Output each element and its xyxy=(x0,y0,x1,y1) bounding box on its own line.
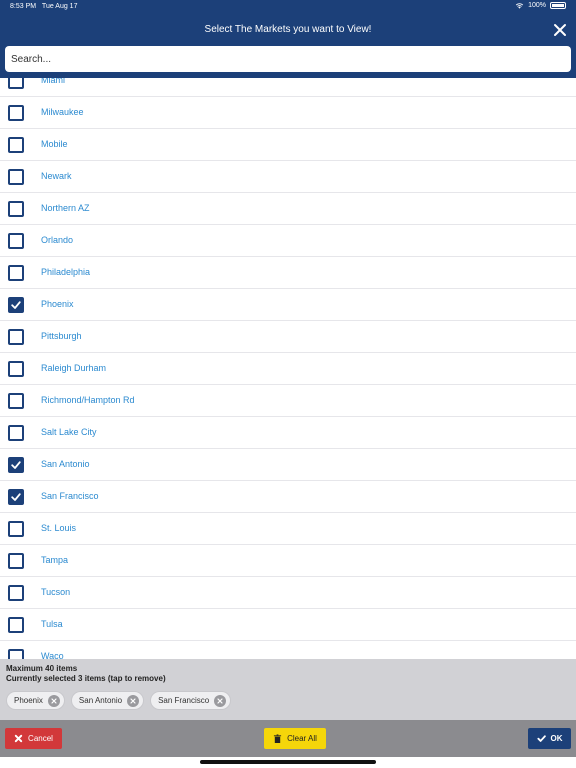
market-checkbox[interactable] xyxy=(8,457,24,473)
selected-count-text: Currently selected 3 items (tap to remov… xyxy=(6,674,166,683)
home-indicator[interactable] xyxy=(200,760,376,764)
close-icon[interactable] xyxy=(552,22,568,38)
market-label: Tampa xyxy=(41,555,69,565)
status-bar: 8:53 PM Tue Aug 17 100% xyxy=(0,0,576,14)
market-checkbox[interactable] xyxy=(8,329,24,345)
ok-label: OK xyxy=(550,734,563,743)
market-label: San Antonio xyxy=(41,459,90,469)
status-right: 100% xyxy=(515,2,566,9)
cancel-button[interactable]: Cancel xyxy=(5,728,62,749)
checkmark-icon xyxy=(11,301,21,309)
market-label: Milwaukee xyxy=(41,107,84,117)
checkmark-icon xyxy=(11,493,21,501)
status-time-text: 8:53 PM xyxy=(10,3,37,10)
chip-label: Phoenix xyxy=(14,696,43,705)
market-row[interactable]: Mobile xyxy=(0,129,576,161)
market-row[interactable]: Pittsburgh xyxy=(0,321,576,353)
x-icon xyxy=(14,734,23,743)
market-row[interactable]: Salt Lake City xyxy=(0,417,576,449)
market-row[interactable]: Tucson xyxy=(0,577,576,609)
market-checkbox[interactable] xyxy=(8,553,24,569)
remove-chip-icon[interactable] xyxy=(127,694,140,707)
market-label: Tulsa xyxy=(41,619,63,629)
market-checkbox[interactable] xyxy=(8,78,24,89)
chip-label: San Antonio xyxy=(78,696,123,705)
market-label: Pittsburgh xyxy=(41,331,82,341)
market-label: Philadelphia xyxy=(41,267,91,277)
header-bar: 8:53 PM Tue Aug 17 100% Select The Marke… xyxy=(0,0,576,78)
market-row[interactable]: Tulsa xyxy=(0,609,576,641)
market-label: St. Louis xyxy=(41,523,77,533)
search-input[interactable] xyxy=(5,46,571,72)
limit-text: Maximum 40 items xyxy=(6,664,78,673)
market-checkbox[interactable] xyxy=(8,393,24,409)
selected-chip[interactable]: Phoenix xyxy=(6,691,65,710)
market-label: Orlando xyxy=(41,235,74,245)
market-row[interactable]: Waco xyxy=(0,641,576,659)
selected-chip[interactable]: San Francisco xyxy=(150,691,232,710)
trash-icon xyxy=(273,734,282,743)
market-row[interactable]: Richmond/Hampton Rd xyxy=(0,385,576,417)
market-label: Mobile xyxy=(41,139,68,149)
selected-chips: Phoenix San Antonio San Francisco xyxy=(6,691,232,710)
page-title: Select The Markets you want to View! xyxy=(204,24,372,35)
market-checkbox[interactable] xyxy=(8,201,24,217)
selected-chip[interactable]: San Antonio xyxy=(70,691,145,710)
market-row[interactable]: Newark xyxy=(0,161,576,193)
market-list-inner: Miami Milwaukee Mobile Newark Northern AZ Orl… xyxy=(0,78,576,659)
status-time: 8:53 PM Tue Aug 17 xyxy=(10,3,77,10)
checkmark-icon xyxy=(536,735,546,742)
market-checkbox[interactable] xyxy=(8,361,24,377)
market-label: Miami xyxy=(41,78,65,85)
market-row[interactable]: Orlando xyxy=(0,225,576,257)
market-checkbox[interactable] xyxy=(8,137,24,153)
market-row[interactable]: San Antonio xyxy=(0,449,576,481)
clear-all-button[interactable]: Clear All xyxy=(264,728,326,749)
market-checkbox[interactable] xyxy=(8,265,24,281)
action-bar: Cancel Clear All OK xyxy=(0,720,576,757)
checkmark-icon xyxy=(11,461,21,469)
market-checkbox[interactable] xyxy=(8,649,24,659)
market-label: Newark xyxy=(41,171,72,181)
remove-chip-icon[interactable] xyxy=(47,694,60,707)
market-checkbox[interactable] xyxy=(8,233,24,249)
market-checkbox[interactable] xyxy=(8,425,24,441)
market-row[interactable]: Philadelphia xyxy=(0,257,576,289)
status-date: Tue Aug 17 xyxy=(41,3,78,10)
market-label: Phoenix xyxy=(41,299,74,309)
market-label: Raleigh Durham xyxy=(41,363,107,373)
market-checkbox[interactable] xyxy=(8,169,24,185)
market-checkbox[interactable] xyxy=(8,521,24,537)
market-checkbox[interactable] xyxy=(8,105,24,121)
market-row[interactable]: Miami xyxy=(0,78,576,97)
chip-label: San Francisco xyxy=(158,696,210,705)
market-row[interactable]: Tampa xyxy=(0,545,576,577)
cancel-label: Cancel xyxy=(28,734,53,743)
wifi-icon xyxy=(515,3,524,9)
market-row[interactable]: San Francisco xyxy=(0,481,576,513)
battery-percent: 100% xyxy=(528,2,546,9)
battery-icon xyxy=(550,2,566,9)
market-label: Tucson xyxy=(41,587,71,597)
market-label: Northern AZ xyxy=(41,203,90,213)
market-list[interactable]: Miami Milwaukee Mobile Newark Northern AZ Orl… xyxy=(0,78,576,659)
market-checkbox[interactable] xyxy=(8,297,24,313)
market-row[interactable]: St. Louis xyxy=(0,513,576,545)
market-row[interactable]: Raleigh Durham xyxy=(0,353,576,385)
market-checkbox[interactable] xyxy=(8,489,24,505)
ok-button[interactable]: OK xyxy=(528,728,571,749)
market-row[interactable]: Northern AZ xyxy=(0,193,576,225)
market-label: San Francisco xyxy=(41,491,99,501)
market-label: Salt Lake City xyxy=(41,427,97,437)
clear-all-label: Clear All xyxy=(287,734,317,743)
market-label: Richmond/Hampton Rd xyxy=(41,395,135,405)
market-label: Waco xyxy=(41,651,64,659)
remove-chip-icon[interactable] xyxy=(214,694,227,707)
market-checkbox[interactable] xyxy=(8,617,24,633)
market-row[interactable]: Phoenix xyxy=(0,289,576,321)
market-checkbox[interactable] xyxy=(8,585,24,601)
market-row[interactable]: Milwaukee xyxy=(0,97,576,129)
